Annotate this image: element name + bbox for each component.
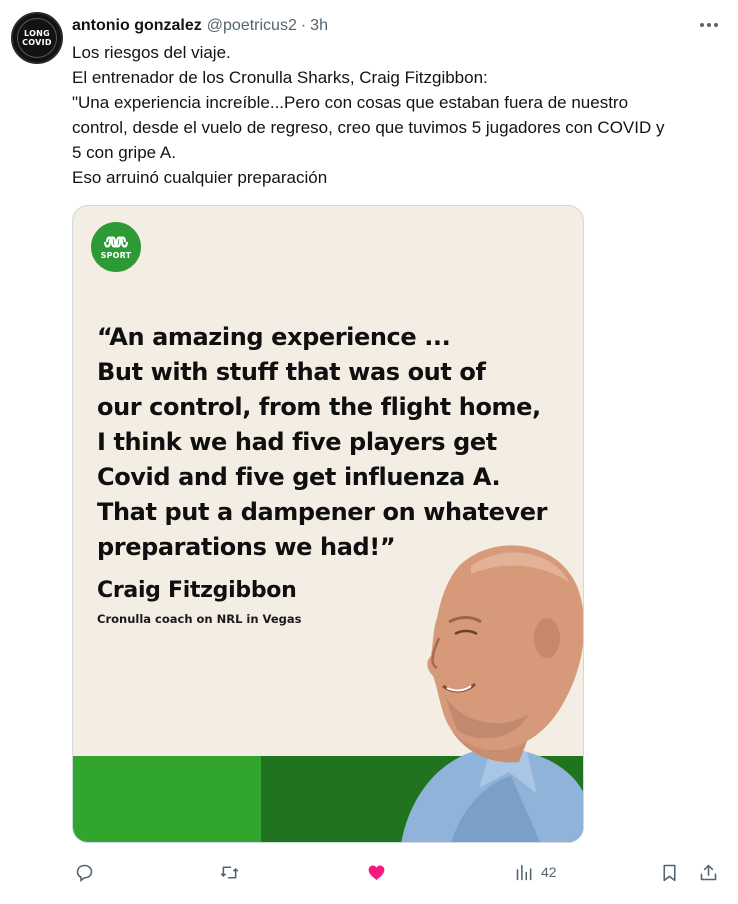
like-button[interactable] [366,856,387,888]
views-count: 42 [541,864,557,880]
tweet-text-line: control, desde el vuelo de regreso, creo… [72,118,665,137]
tweet-text-line: "Una experiencia increíble...Pero con co… [72,93,629,112]
share-icon [700,864,717,880]
tweet-text-line: Eso arruinó cualquier preparación [72,168,328,187]
tweet-text-line: El entrenador de los Cronulla Sharks, Cr… [72,68,488,87]
quote-line: I think we had five players get [97,428,497,456]
green-band-light [73,756,261,842]
tweet-header: antonio gonzalez @poetricus2 · 3h [72,14,328,38]
tweet-timestamp[interactable]: 3h [310,17,328,35]
avatar-ring [17,18,57,58]
reply-button[interactable] [74,856,95,888]
tweet-text: Los riesgos del viaje. El entrenador de … [72,40,728,190]
tweet-media-image[interactable]: SPORT “An amazing experience ... But wit… [72,205,584,843]
reply-icon [76,864,93,882]
bookmark-button[interactable] [659,856,680,888]
quote-line: Covid and five get influenza A. [97,463,501,491]
author-display-name[interactable]: antonio gonzalez [72,17,202,35]
share-button[interactable] [698,856,719,888]
tweet-text-line: 5 con gripe A. [72,143,176,162]
like-icon [368,865,385,880]
quote-line: But with stuff that was out of [97,358,486,386]
header-separator: · [300,17,307,34]
more-icon[interactable] [696,14,722,36]
bookmark-icon [663,864,676,881]
quote-line: “An amazing experience ... [97,323,451,351]
tweet-actions-bar: 42 [72,856,728,888]
quote-line: That put a dampener on whatever [97,498,548,526]
tweet-text-line: Los riesgos del viaje. [72,43,231,62]
media-speaker-role: Cronulla coach on NRL in Vegas [97,612,302,626]
coach-portrait-image [401,545,583,842]
views-icon [516,864,532,880]
views-button[interactable]: 42 [514,856,557,888]
media-speaker-name: Craig Fitzgibbon [97,578,297,603]
abc-lissajous-icon [103,236,129,248]
abc-sport-label: SPORT [100,251,132,260]
abc-sport-logo: SPORT [91,222,141,272]
retweet-icon [220,865,239,879]
author-handle[interactable]: @poetricus2 [207,17,297,35]
author-avatar[interactable]: LONG COVID [11,12,63,64]
quote-line: our control, from the flight home, [97,393,541,421]
retweet-button[interactable] [219,856,240,888]
